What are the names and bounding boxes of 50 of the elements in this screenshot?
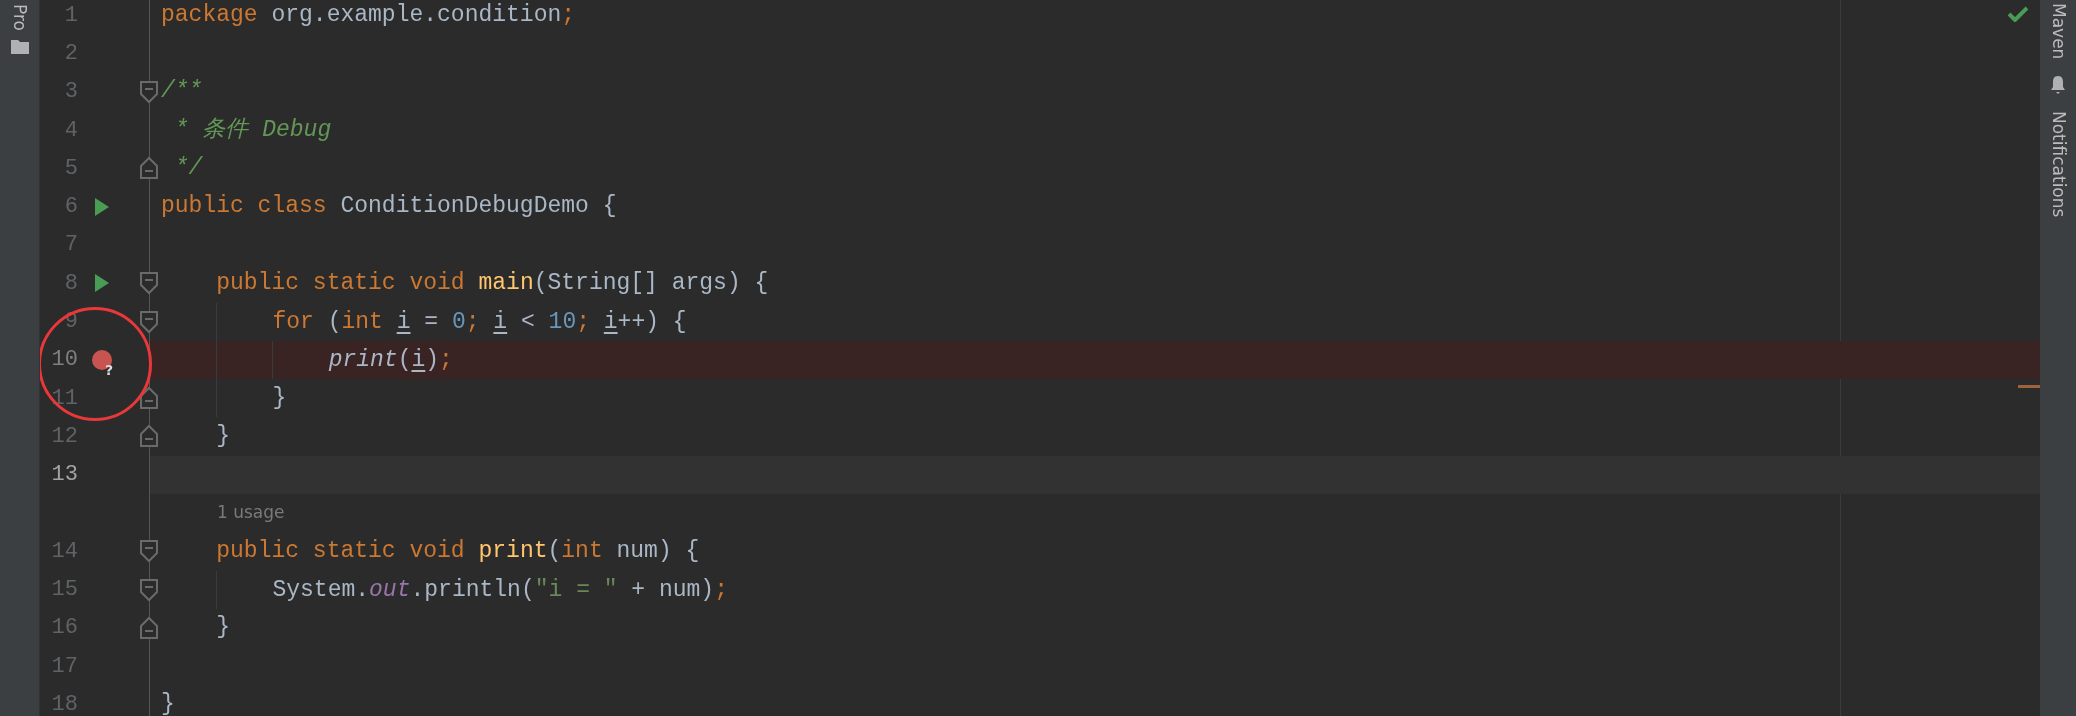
- fold-icon[interactable]: [138, 155, 160, 182]
- fold-icon[interactable]: [138, 423, 160, 450]
- tool-window-tab[interactable]: Maven: [2049, 3, 2067, 60]
- usage-hint[interactable]: 1 usage: [161, 500, 285, 526]
- line-number: 13: [50, 461, 78, 490]
- condition-mark: ?: [105, 360, 114, 380]
- fold-icon[interactable]: [138, 538, 160, 565]
- fold-icon[interactable]: [138, 78, 160, 105]
- line-number: 7: [63, 231, 78, 260]
- code-line: for (int i = 0; i < 10; i++) {: [161, 302, 687, 341]
- code-line: }: [215, 616, 231, 640]
- code-line: public class ConditionDebugDemo {: [161, 195, 617, 219]
- fold-icon[interactable]: [138, 308, 160, 335]
- code-line: print(i);: [161, 340, 453, 379]
- line-number: 1: [63, 1, 78, 30]
- code-line: System.out.println("i = " + num);: [161, 570, 728, 609]
- line-number: 18: [50, 691, 78, 716]
- bell-icon[interactable]: [2049, 75, 2067, 96]
- code-line: }: [215, 424, 231, 448]
- line-number: 11: [50, 384, 78, 413]
- fold-icon[interactable]: [138, 385, 160, 412]
- check-icon[interactable]: [2008, 6, 2028, 22]
- code-line: public static void print(int num) {: [215, 539, 700, 563]
- code-line: }: [161, 379, 287, 418]
- fold-icon[interactable]: [138, 576, 160, 603]
- run-icon[interactable]: [95, 274, 109, 293]
- line-number: 2: [63, 39, 78, 68]
- code-line: */: [173, 156, 203, 180]
- line-number: 15: [50, 576, 78, 605]
- line-number: 17: [50, 652, 78, 681]
- line-number: 4: [63, 116, 78, 145]
- code-line: * 条件 Debug: [173, 118, 332, 142]
- line-number: 5: [63, 154, 78, 183]
- tool-window-tab[interactable]: Notifications: [2049, 111, 2067, 218]
- line-number: 8: [63, 269, 78, 298]
- run-icon[interactable]: [95, 197, 109, 216]
- folder-icon[interactable]: [10, 39, 29, 54]
- line-number: 16: [50, 614, 78, 643]
- code-line: }: [161, 693, 175, 716]
- code-line: /**: [161, 80, 203, 104]
- code-line: package org.example.condition;: [161, 3, 576, 27]
- line-number: 3: [63, 78, 78, 107]
- code-line: public static void main(String[] args) {: [215, 271, 769, 295]
- line-number: 12: [50, 422, 78, 451]
- fold-icon[interactable]: [138, 614, 160, 641]
- tool-window-tab[interactable]: Pro: [11, 4, 28, 31]
- fold-icon[interactable]: [138, 270, 160, 297]
- line-number: 10: [50, 346, 78, 375]
- line-number: 6: [63, 193, 78, 222]
- line-number: 14: [50, 537, 78, 566]
